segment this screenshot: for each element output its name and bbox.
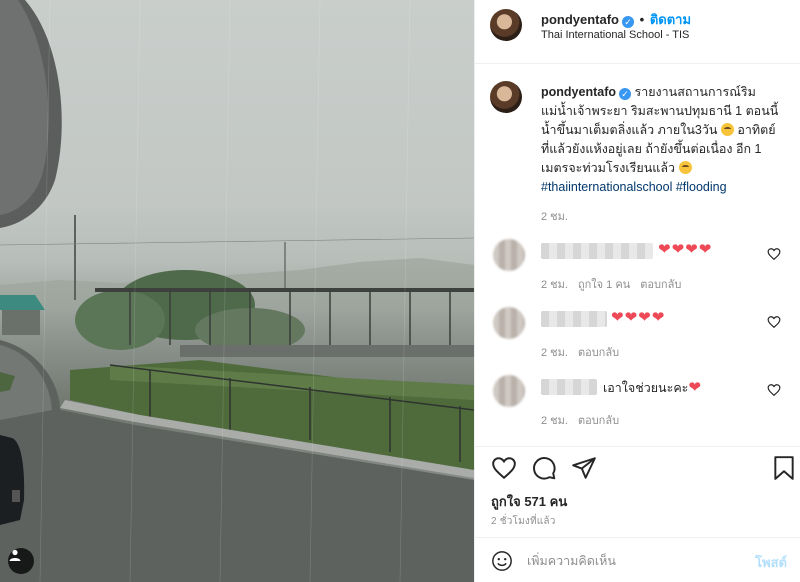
comment-text: เอาใจช่วยนะคะ❤ [603, 378, 702, 398]
avatar[interactable] [493, 239, 525, 271]
separator-dot: • [639, 12, 645, 27]
list-item: ❤❤❤❤ 2 ชม. ตอบกลับ [475, 301, 800, 369]
avatar[interactable] [490, 81, 522, 113]
post-actions: ถูกใจ 571 คน 2 ชั่วโมงที่แล้ว โพสต์ [475, 446, 800, 582]
comment-icon[interactable] [531, 455, 557, 481]
heart-icon[interactable] [767, 315, 781, 329]
reply-button[interactable]: ตอบกลับ [578, 347, 619, 359]
post-photo[interactable] [0, 0, 474, 582]
comment-time: 2 ชม. [541, 279, 568, 291]
post-timestamp[interactable]: 2 ชั่วโมงที่แล้ว [491, 514, 556, 529]
comment-text: ❤❤❤❤ [658, 241, 713, 258]
comment-input[interactable] [527, 550, 737, 572]
post-header: pondyentafo ✓ • ติดตาม Thai International… [475, 0, 800, 64]
avatar[interactable] [490, 9, 522, 41]
comment-text: ❤❤❤❤ [611, 309, 666, 326]
heart-icon[interactable] [767, 247, 781, 261]
post-caption: pondyentafo ✓ รายงานสถานการณ์ริมแม่น้ำเจ้… [541, 83, 781, 197]
comments-list[interactable]: pondyentafo ✓ รายงานสถานการณ์ริมแม่น้ำเจ้… [475, 65, 800, 445]
list-item: ❤❤❤❤ 2 ชม. ถูกใจ 1 คน ตอบกลับ [475, 233, 800, 301]
blurred-username[interactable] [541, 243, 653, 259]
comment-meta: 2 ชม. ตอบกลับ [541, 343, 629, 361]
header-user-line: pondyentafo ✓ • ติดตาม [541, 9, 691, 30]
bookmark-icon[interactable] [771, 455, 797, 481]
verified-icon: ✓ [622, 16, 634, 28]
comment-time: 2 ชม. [541, 415, 568, 427]
verified-icon: ✓ [619, 88, 631, 100]
comment-meta: 2 ชม. ถูกใจ 1 คน ตอบกลับ [541, 275, 691, 293]
post-side-panel: pondyentafo ✓ • ติดตาม Thai International… [474, 0, 800, 582]
comment-text-label: เอาใจช่วยนะคะ [603, 381, 689, 395]
caption-time: 2 ชม. [541, 211, 568, 223]
blurred-username[interactable] [541, 311, 607, 327]
add-comment-bar: โพสต์ [475, 537, 800, 582]
heart-emoji: ❤ [688, 379, 702, 396]
caption-username[interactable]: pondyentafo [541, 85, 616, 99]
list-item: เอาใจช่วยนะคะ❤ 2 ชม. ตอบกลับ [475, 369, 800, 437]
comment-time: 2 ชม. [541, 347, 568, 359]
comment-likes[interactable]: ถูกใจ 1 คน [578, 279, 630, 291]
blurred-username[interactable] [541, 379, 597, 395]
avatar[interactable] [493, 375, 525, 407]
likes-count[interactable]: ถูกใจ 571 คน [491, 491, 567, 512]
heart-icon[interactable] [767, 383, 781, 397]
flood-scene-image [0, 0, 474, 582]
reply-button[interactable]: ตอบกลับ [578, 415, 619, 427]
heart-icon[interactable] [491, 455, 517, 481]
smile-icon[interactable] [491, 550, 513, 572]
reply-button[interactable]: ตอบกลับ [640, 279, 681, 291]
avatar[interactable] [493, 307, 525, 339]
laughing-emoji-icon [720, 123, 734, 136]
username-link[interactable]: pondyentafo [541, 12, 619, 27]
post-comment-button[interactable]: โพสต์ [755, 552, 787, 573]
caption-hashtags[interactable]: #thaiinternationalschool #flooding [541, 180, 727, 194]
follow-button[interactable]: ติดตาม [650, 12, 691, 27]
user-tag-icon[interactable] [8, 548, 34, 574]
comment-meta: 2 ชม. ตอบกลับ [541, 411, 629, 429]
share-icon[interactable] [571, 455, 597, 481]
location-link[interactable]: Thai International School - TIS [541, 29, 689, 41]
crying-emoji-icon [678, 161, 692, 174]
